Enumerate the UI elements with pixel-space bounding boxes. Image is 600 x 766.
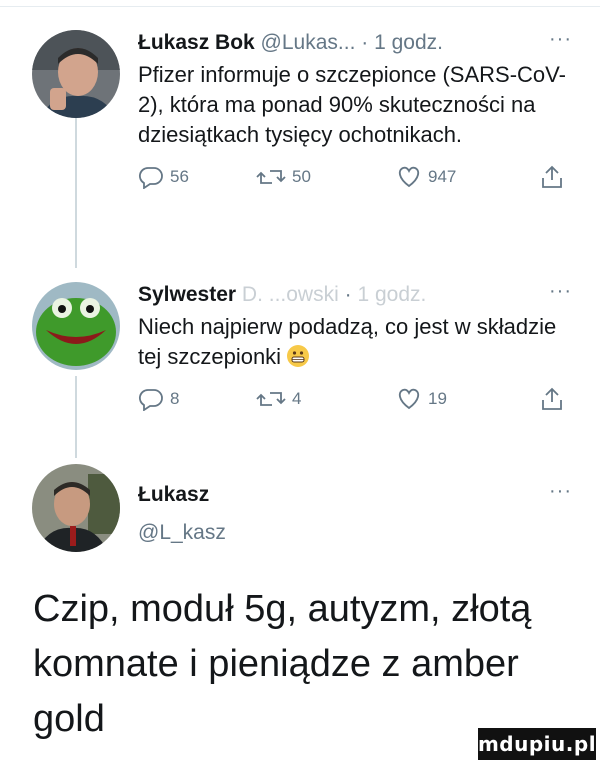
tweet-text: Niech najpierw podadzą, co jest w składz… [138,312,578,372]
retweet-button[interactable]: 4 [256,384,301,414]
separator-dot: · [361,31,369,54]
share-button[interactable] [540,384,564,414]
heart-icon [398,166,420,188]
author-handle-redacted: D. ...owski [241,283,339,306]
thread-line [75,376,77,458]
retweet-button[interactable]: 50 [256,162,311,192]
action-bar: 8 4 19 [138,384,578,420]
like-count: 947 [428,167,457,186]
author-name[interactable]: Łukasz [138,483,209,506]
watermark-logo: mdupiu.pl [478,728,596,760]
timestamp[interactable]: 1 godz. [374,31,443,54]
author-name[interactable]: Łukasz Bok [138,31,255,54]
avatar-photo [32,282,120,370]
reply-author-block: Łukasz ··· @L_kasz [138,480,578,548]
avatar-photo [32,30,120,118]
reply-count: 56 [170,167,189,186]
avatar[interactable] [32,464,120,552]
more-options-button[interactable]: ··· [549,476,572,506]
like-button[interactable]: 947 [396,162,456,192]
tweet-text: Pfizer informuje o szczepionce (SARS-CoV… [138,62,566,147]
retweet-icon [256,170,286,184]
more-options-button[interactable]: ··· [549,276,572,306]
tweet: Sylwester D. ...owski · 1 godz. ··· Niec… [138,280,578,420]
share-icon [542,387,562,410]
like-button[interactable]: 19 [396,384,447,414]
top-divider [0,6,600,7]
retweet-count: 4 [292,389,302,408]
heart-icon [398,388,420,410]
avatar[interactable] [32,282,120,370]
like-count: 19 [428,389,447,408]
thread-line [75,118,77,268]
share-button[interactable] [540,162,564,192]
reply-icon [138,389,163,411]
author-name[interactable]: Sylwester [138,283,236,306]
author-handle[interactable]: @L_kasz [138,521,226,544]
reply-button[interactable]: 56 [138,162,189,192]
retweet-icon [256,392,286,406]
tweet-text-content: Niech najpierw podadzą, co jest w składz… [138,314,557,369]
retweet-count: 50 [292,167,311,186]
avatar-photo [32,464,120,552]
author-handle-row: @L_kasz [138,518,578,548]
action-bar: 56 50 947 [138,162,578,198]
more-options-button[interactable]: ··· [549,24,572,54]
reply-button[interactable]: 8 [138,384,179,414]
reply-text: Czip, moduł 5g, autyzm, złotą komnate i … [33,588,532,740]
share-icon [542,165,562,188]
separator-dot: · [344,283,352,306]
tweet-header: Łukasz Bok @Lukas... · 1 godz. ··· [138,28,578,58]
author-handle[interactable]: @Lukas... [261,31,356,54]
tweet: Łukasz Bok @Lukas... · 1 godz. ··· Pfize… [138,28,578,198]
reply-icon [138,167,163,189]
timestamp[interactable]: 1 godz. [357,283,426,306]
tweet-header: Sylwester D. ...owski · 1 godz. ··· [138,280,578,310]
avatar[interactable] [32,30,120,118]
reply-count: 8 [170,389,180,408]
tweet-header: Łukasz ··· [138,480,578,510]
grimacing-face-icon [287,345,310,367]
